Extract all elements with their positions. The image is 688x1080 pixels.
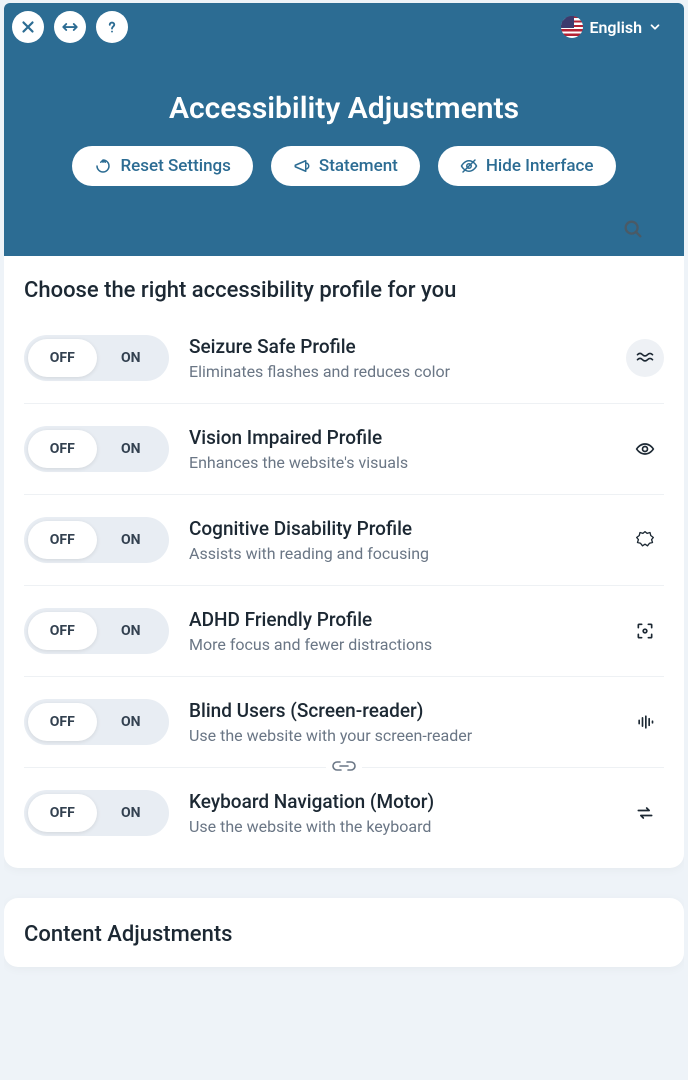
swap-icon: [626, 794, 664, 832]
position-toggle-button[interactable]: [54, 11, 86, 43]
statement-button[interactable]: Statement: [271, 146, 420, 186]
toggle-off: OFF: [28, 430, 97, 468]
content-adjustments-card: Content Adjustments: [4, 898, 684, 967]
chevron-down-icon: [648, 20, 662, 34]
scroll-area[interactable]: Choose the right accessibility profile f…: [4, 256, 684, 1077]
toggle-on: ON: [97, 794, 166, 832]
profile-seizure-safe: OFF ON Seizure Safe Profile Eliminates f…: [24, 313, 664, 404]
arrows-horizontal-icon: [61, 18, 79, 36]
profile-name: Seizure Safe Profile: [189, 335, 606, 358]
language-label: English: [589, 18, 642, 37]
profile-desc: Eliminates flashes and reduces color: [189, 362, 606, 381]
help-button[interactable]: [96, 11, 128, 43]
flag-us-icon: [561, 16, 583, 38]
hide-interface-button[interactable]: Hide Interface: [438, 146, 616, 186]
search-button[interactable]: [622, 218, 644, 244]
toggle-vision-impaired[interactable]: OFF ON: [24, 426, 169, 472]
reset-settings-button[interactable]: Reset Settings: [72, 146, 252, 186]
toggle-on: ON: [97, 612, 166, 650]
profile-cognitive: OFF ON Cognitive Disability Profile Assi…: [24, 495, 664, 586]
profile-name: ADHD Friendly Profile: [189, 608, 606, 631]
toggle-on: ON: [97, 339, 166, 377]
profile-desc: Enhances the website's visuals: [189, 453, 606, 472]
profile-keyboard: OFF ON Keyboard Navigation (Motor) Use t…: [24, 768, 664, 858]
toggle-blind[interactable]: OFF ON: [24, 699, 169, 745]
profile-name: Vision Impaired Profile: [189, 426, 606, 449]
page-title: Accessibility Adjustments: [4, 51, 684, 146]
profile-name: Keyboard Navigation (Motor): [189, 790, 606, 813]
eye-off-icon: [460, 157, 478, 175]
accessibility-header: English Accessibility Adjustments Reset …: [4, 3, 684, 256]
toggle-on: ON: [97, 521, 166, 559]
toggle-cognitive[interactable]: OFF ON: [24, 517, 169, 563]
sound-bars-icon: [626, 703, 664, 741]
profile-name: Cognitive Disability Profile: [189, 517, 606, 540]
search-icon: [622, 218, 644, 240]
profile-desc: Use the website with the keyboard: [189, 817, 606, 836]
close-button[interactable]: [12, 11, 44, 43]
toggle-seizure-safe[interactable]: OFF ON: [24, 335, 169, 381]
focus-icon: [626, 612, 664, 650]
toggle-on: ON: [97, 703, 166, 741]
toggle-off: OFF: [28, 794, 97, 832]
language-selector[interactable]: English: [561, 16, 676, 38]
toggle-off: OFF: [28, 703, 97, 741]
waves-icon: [626, 339, 664, 377]
toggle-off: OFF: [28, 612, 97, 650]
profile-desc: More focus and fewer distractions: [189, 635, 606, 654]
toggle-off: OFF: [28, 521, 97, 559]
content-section-title: Content Adjustments: [24, 922, 664, 947]
toggle-off: OFF: [28, 339, 97, 377]
toggle-on: ON: [97, 430, 166, 468]
eye-icon: [626, 430, 664, 468]
profile-name: Blind Users (Screen-reader): [189, 699, 606, 722]
profile-desc: Assists with reading and focusing: [189, 544, 606, 563]
toggle-adhd[interactable]: OFF ON: [24, 608, 169, 654]
question-icon: [103, 18, 121, 36]
refresh-icon: [94, 157, 112, 175]
profiles-section-title: Choose the right accessibility profile f…: [24, 278, 664, 303]
profile-blind: OFF ON Blind Users (Screen-reader) Use t…: [24, 677, 664, 768]
megaphone-icon: [293, 157, 311, 175]
badge-icon: [626, 521, 664, 559]
profile-desc: Use the website with your screen-reader: [189, 726, 606, 745]
profiles-card: Choose the right accessibility profile f…: [4, 256, 684, 868]
profile-adhd: OFF ON ADHD Friendly Profile More focus …: [24, 586, 664, 677]
toggle-keyboard[interactable]: OFF ON: [24, 790, 169, 836]
profile-vision-impaired: OFF ON Vision Impaired Profile Enhances …: [24, 404, 664, 495]
close-icon: [19, 18, 37, 36]
